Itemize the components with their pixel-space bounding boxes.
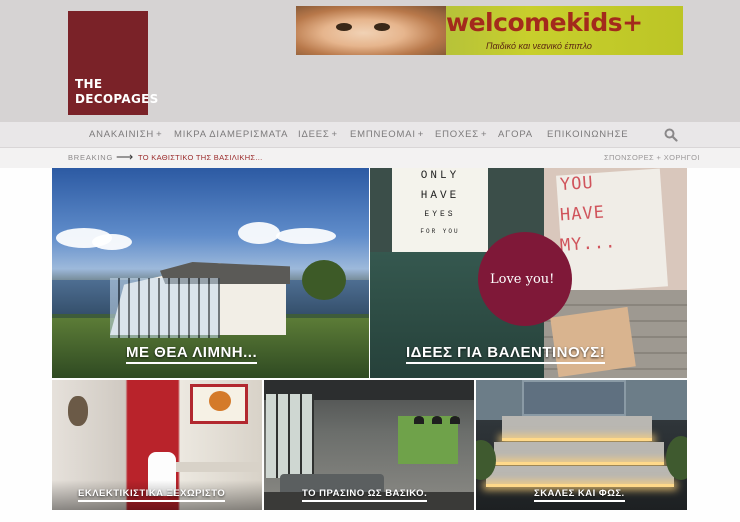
featured-post-lake-view[interactable]: ΜΕ ΘΕΑ ΛΙΜΝΗ... bbox=[52, 168, 369, 378]
pendant-lamp-icon bbox=[432, 416, 442, 424]
search-icon[interactable] bbox=[664, 128, 678, 142]
post-title[interactable]: ΜΕ ΘΕΑ ΛΙΜΝΗ... bbox=[126, 344, 258, 364]
cloud bbox=[238, 222, 280, 244]
breaking-headline-link[interactable]: ΤΟ ΚΑΘΙΣΤΙΚΟ ΤΗΣ ΒΑΣΙΛΙΚΗΣ... bbox=[138, 153, 263, 162]
post-stairs-light[interactable]: ΣΚΑΛΕΣ ΚΑΙ ΦΩΣ. bbox=[476, 380, 687, 510]
card-line: HAVE bbox=[559, 202, 606, 226]
arrow-right-icon: ⟶ bbox=[116, 150, 134, 164]
window-wall bbox=[266, 394, 314, 478]
tree bbox=[302, 260, 346, 300]
logo-line-1: THE bbox=[75, 77, 103, 91]
sponsors-link[interactable]: ΣΠΟΝΣΟΡΕΣ + ΧΟΡΗΓΟΙ bbox=[604, 153, 700, 162]
breaking-label: BREAKING bbox=[68, 153, 114, 162]
greenhouse-glass bbox=[110, 278, 220, 338]
wall-frame bbox=[190, 384, 248, 424]
plus-icon: + bbox=[331, 129, 338, 140]
post-title[interactable]: ΙΔΕΕΣ ΓΙΑ ΒΑΛΕΝΤΙΝΟΥΣ! bbox=[406, 344, 606, 364]
logo-line-2: DECOPAGES bbox=[75, 92, 159, 106]
ad-banner[interactable]: welcomekids+ Παιδικό και νεανικό έπιπλο bbox=[296, 6, 683, 55]
pendant-lamp-icon bbox=[414, 416, 424, 424]
pendant-lamp-icon bbox=[450, 416, 460, 424]
post-title[interactable]: ΤΟ ΠΡΑΣΙΝΟ ΩΣ ΒΑΣΙΚΟ. bbox=[302, 488, 428, 502]
banner-child-photo bbox=[296, 6, 446, 55]
card-line: EYES bbox=[424, 210, 456, 219]
eye-chart-card: ONLY HAVE EYES FOR YOU bbox=[392, 168, 488, 252]
nav-label: ΜΙΚΡΑ ΔΙΑΜΕΡΙΣΜΑΤΑ bbox=[174, 129, 289, 140]
cloud bbox=[276, 228, 336, 244]
card-line: FOR YOU bbox=[420, 228, 460, 235]
main-nav: ΑΝΑΚΑΙΝΙΣΗ + ΜΙΚΡΑ ΔΙΑΜΕΡΙΣΜΑΤΑ ΙΔΕΕΣ + ΕΜ… bbox=[0, 122, 740, 148]
nav-item-mikra-diamerismata[interactable]: ΜΙΚΡΑ ΔΙΑΜΕΡΙΣΜΑΤΑ bbox=[174, 129, 288, 140]
nav-item-agora[interactable]: ΑΓΟΡΑ bbox=[498, 129, 533, 140]
nav-item-anakainisi[interactable]: ΑΝΑΚΑΙΝΙΣΗ + bbox=[89, 129, 162, 140]
banner-title: welcomekids+ bbox=[446, 8, 643, 37]
step bbox=[486, 466, 674, 484]
step-light bbox=[502, 438, 652, 441]
breaking-news-bar: BREAKING ⟶ ΤΟ ΚΑΘΙΣΤΙΚΟ ΤΗΣ ΒΑΣΙΛΙΚΗΣ...… bbox=[0, 148, 740, 168]
post-eclectic[interactable]: ΕΚΛΕΚΤΙΚΙΣΤΙΚΑ ΞΕΧΩΡΙΣΤΟ bbox=[52, 380, 262, 510]
nav-label: ΕΠΙΚΟΙΝΩΝΗΣΕ bbox=[547, 129, 629, 140]
nav-label: ΑΓΟΡΑ bbox=[498, 129, 533, 140]
step bbox=[494, 442, 664, 462]
site-logo[interactable]: THE DECOPAGES bbox=[68, 11, 158, 115]
love-badge-text: Love you! bbox=[490, 272, 555, 287]
nav-label: ΑΝΑΚΑΙΝΙΣΗ bbox=[89, 129, 155, 140]
nav-label: ΕΠΟΧΕΣ bbox=[435, 129, 479, 140]
site-header: THE DECOPAGES welcomekids+ Παιδικό και ν… bbox=[0, 0, 740, 122]
nav-item-epoxes[interactable]: ΕΠΟΧΕΣ + bbox=[435, 129, 487, 140]
step-light bbox=[486, 484, 674, 487]
logo-text: THE DECOPAGES bbox=[75, 77, 159, 107]
card-line: MY... bbox=[559, 232, 617, 256]
step bbox=[502, 416, 652, 438]
card-line: YOU bbox=[559, 172, 595, 196]
tree-artwork bbox=[209, 391, 231, 411]
nav-item-idees[interactable]: ΙΔΕΕΣ + bbox=[298, 129, 338, 140]
nav-label: ΕΜΠΝΕΟΜΑΙ bbox=[350, 129, 416, 140]
card-line: ONLY bbox=[420, 170, 460, 182]
post-green-basic[interactable]: ΤΟ ΠΡΑΣΙΝΟ ΩΣ ΒΑΣΙΚΟ. bbox=[264, 380, 474, 510]
post-title[interactable]: ΣΚΑΛΕΣ ΚΑΙ ΦΩΣ. bbox=[534, 488, 625, 502]
card-line: HAVE bbox=[420, 190, 460, 202]
plus-icon: + bbox=[156, 129, 163, 140]
banner-eye bbox=[336, 23, 352, 31]
nav-item-empneomai[interactable]: ΕΜΠΝΕΟΜΑΙ + bbox=[350, 129, 424, 140]
featured-post-valentine-ideas[interactable]: ONLY HAVE EYES FOR YOU YOU HAVE MY... Lo… bbox=[370, 168, 687, 378]
door bbox=[522, 380, 626, 416]
step-light bbox=[494, 462, 664, 465]
cloud bbox=[92, 234, 132, 250]
post-title[interactable]: ΕΚΛΕΚΤΙΚΙΣΤΙΚΑ ΞΕΧΩΡΙΣΤΟ bbox=[78, 488, 226, 502]
plus-icon: + bbox=[480, 129, 488, 140]
note-card bbox=[550, 306, 636, 378]
glass-table bbox=[162, 462, 262, 472]
green-wall bbox=[398, 416, 458, 464]
nav-item-epikoinonise[interactable]: ΕΠΙΚΟΙΝΩΝΗΣΕ bbox=[547, 129, 628, 140]
banner-subtitle: Παιδικό και νεανικό έπιπλο bbox=[486, 41, 592, 51]
banner-eye bbox=[374, 23, 390, 31]
plus-icon: + bbox=[417, 129, 425, 140]
wall-mask bbox=[68, 396, 88, 426]
nav-label: ΙΔΕΕΣ bbox=[298, 129, 330, 140]
